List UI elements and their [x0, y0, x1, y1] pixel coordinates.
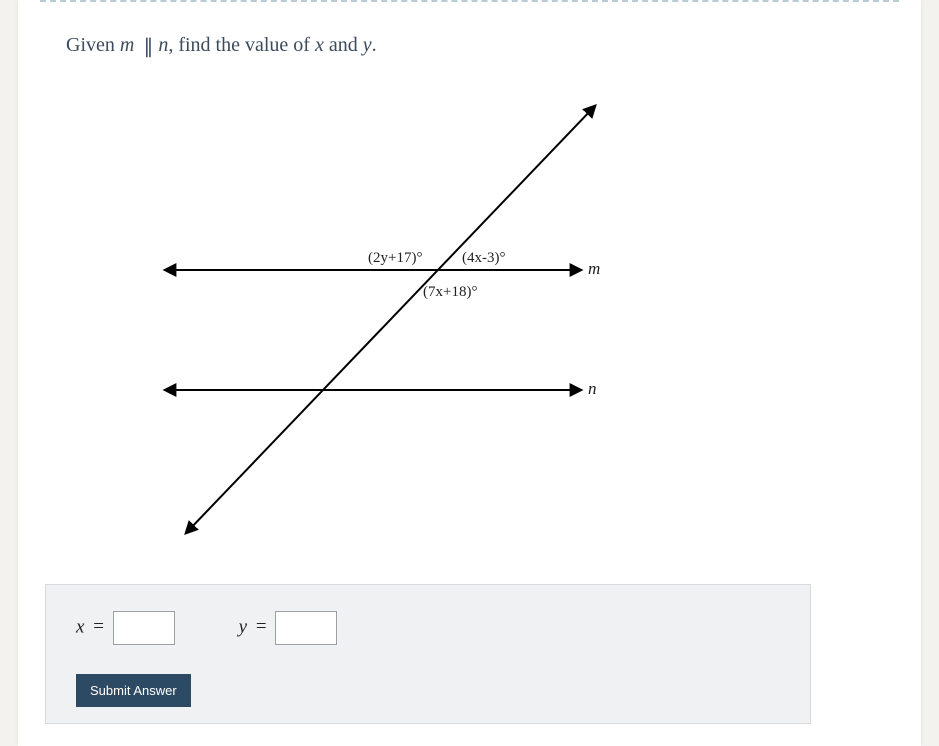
page: Given m ∥ n, find the value of x and y. …: [0, 0, 939, 746]
equals-sign-2: =: [256, 616, 267, 637]
figure-svg: m n (2y+17)° (4x-3)° (7x+18)°: [68, 90, 648, 540]
submit-button[interactable]: Submit Answer: [76, 674, 191, 707]
line-m-label: m: [588, 259, 600, 278]
answer-area: x = y = Submit Answer: [45, 584, 811, 724]
geometry-figure: m n (2y+17)° (4x-3)° (7x+18)°: [68, 90, 648, 540]
parallel-symbol: ∥: [143, 34, 149, 59]
x-input[interactable]: [113, 611, 175, 645]
prompt-text-and: and: [324, 34, 363, 56]
y-input[interactable]: [275, 611, 337, 645]
angle-top-right: (4x-3)°: [462, 250, 505, 266]
question-prompt: Given m ∥ n, find the value of x and y.: [66, 34, 377, 59]
x-equation: x =: [76, 611, 175, 645]
y-equation: y =: [239, 611, 338, 645]
y-label: y: [239, 616, 247, 637]
prompt-period: .: [372, 34, 377, 56]
prompt-text-after1: , find the value of: [168, 34, 315, 56]
angle-top-left: (2y+17)°: [368, 250, 422, 266]
var-y: y: [363, 34, 372, 56]
transversal: [188, 108, 593, 531]
var-x: x: [315, 34, 324, 56]
sheet: Given m ∥ n, find the value of x and y. …: [18, 0, 921, 746]
var-n: n: [158, 34, 168, 56]
line-n-label: n: [588, 379, 597, 398]
angle-below: (7x+18)°: [423, 284, 477, 300]
equals-sign: =: [93, 616, 104, 637]
prompt-text-before: Given: [66, 34, 120, 56]
top-dashed-rule: [40, 0, 899, 2]
var-m: m: [120, 34, 134, 56]
x-label: x: [76, 616, 84, 637]
